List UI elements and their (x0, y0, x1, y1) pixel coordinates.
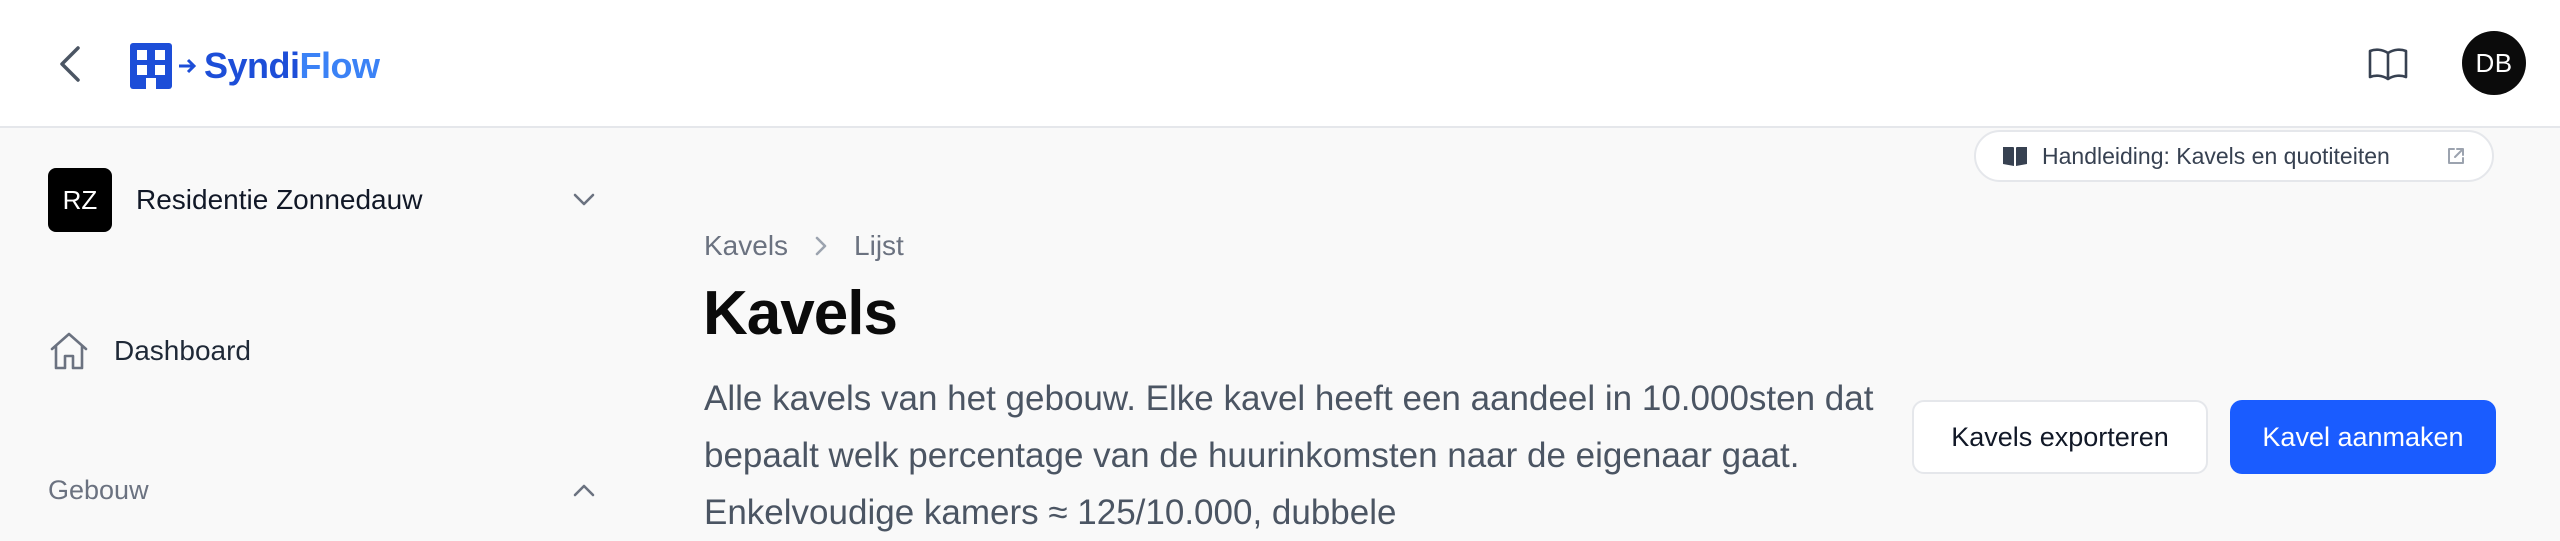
top-bar: SyndiFlow DB (0, 0, 2560, 128)
arrow-right-icon (179, 58, 197, 74)
app-name: SyndiFlow (204, 45, 380, 86)
sidebar-item-dashboard[interactable]: Dashboard (48, 326, 251, 376)
book-icon (2003, 147, 2027, 166)
home-icon (50, 332, 88, 370)
app-logo[interactable]: SyndiFlow (130, 42, 380, 90)
building-switcher[interactable]: RZ Residentie Zonnedauw (48, 168, 596, 232)
breadcrumb-item-lijst: Lijst (854, 230, 904, 261)
back-button[interactable] (48, 40, 92, 88)
manual-link[interactable]: Handleiding: Kavels en quotiteiten (1974, 130, 2494, 182)
sidebar-section-label: Gebouw (48, 474, 149, 505)
sidebar-section-gebouw[interactable]: Gebouw (48, 470, 596, 510)
breadcrumb-item-kavels[interactable]: Kavels (704, 230, 788, 262)
building-arrow-icon (130, 43, 172, 89)
building-badge: RZ (48, 168, 112, 232)
manual-link-label: Handleiding: Kavels en quotiteiten (2042, 142, 2390, 169)
export-kavels-button[interactable]: Kavels exporteren (1912, 400, 2208, 474)
sidebar-item-label: Dashboard (114, 335, 251, 366)
chevron-up-icon (573, 484, 595, 497)
chevron-down-icon (573, 193, 595, 206)
chevron-left-icon (60, 46, 80, 82)
sidebar: RZ Residentie Zonnedauw Dashboard Gebouw (0, 130, 620, 520)
breadcrumb: Kavels Lijst (704, 226, 904, 266)
page-title: Kavels (703, 279, 898, 348)
building-name: Residentie Zonnedauw (136, 184, 423, 215)
external-link-icon (2448, 148, 2464, 164)
create-kavel-button[interactable]: Kavel aanmaken (2230, 400, 2496, 474)
page-description: Alle kavels van het gebouw. Elke kavel h… (704, 379, 1874, 532)
manual-button[interactable] (2364, 42, 2412, 86)
chevron-right-icon (815, 236, 827, 256)
book-open-icon (2368, 48, 2408, 81)
user-avatar[interactable]: DB (2462, 31, 2526, 95)
